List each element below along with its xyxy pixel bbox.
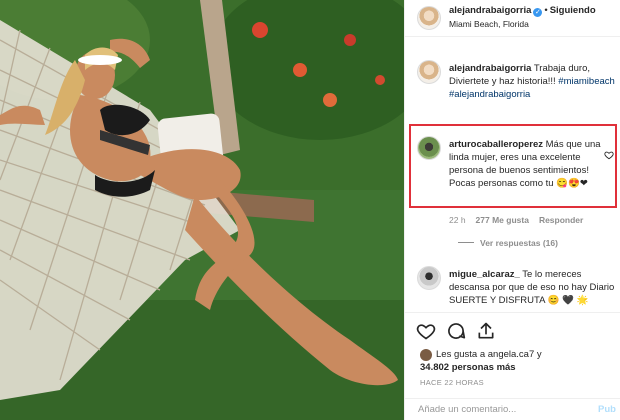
comment-time[interactable]: 22 h xyxy=(449,215,466,225)
action-bar xyxy=(404,312,620,349)
likes-line-1: Les gusta a angela.ca7 y xyxy=(436,349,542,360)
view-replies-button[interactable]: Ver respuestas (16) xyxy=(458,238,558,248)
post-header: alejandrabaigorria ✓ • Siguiendo Miami Beac… xyxy=(405,0,620,37)
share-icon[interactable] xyxy=(476,321,496,341)
likes-line-2: 34.802 personas más xyxy=(420,362,516,373)
add-comment-bar: Añade un comentario... Pub xyxy=(404,398,620,420)
header-user-row: alejandrabaigorria ✓ • Siguiendo xyxy=(449,4,596,17)
post-timestamp[interactable]: HACE 22 HORAS xyxy=(420,378,484,387)
likes-summary[interactable]: Les gusta a angela.ca7 y 34.802 personas… xyxy=(420,348,542,374)
comment-author[interactable]: migue_alcaraz_ xyxy=(449,269,520,280)
caption-author[interactable]: alejandrabaigorria xyxy=(449,63,531,74)
follow-button[interactable]: Siguiendo xyxy=(550,5,596,16)
reply-button[interactable]: Responder xyxy=(539,215,583,225)
publish-button[interactable]: Pub xyxy=(598,404,616,415)
comment-icon[interactable] xyxy=(446,321,466,341)
comment-input[interactable]: Añade un comentario... xyxy=(418,404,516,415)
comment-emojis: 😊 🖤 🌟 xyxy=(547,295,589,306)
verified-icon: ✓ xyxy=(533,8,543,17)
comment-item: migue_alcaraz_ Te lo mereces descansa po… xyxy=(449,268,617,307)
comment-meta: 22 h 277 Me gusta Responder xyxy=(449,214,593,227)
highlight-frame xyxy=(409,124,617,208)
caption-avatar[interactable] xyxy=(417,60,441,84)
commenter-avatar[interactable] xyxy=(417,266,441,290)
separator-dot: • xyxy=(544,5,548,16)
comment-likes[interactable]: 277 Me gusta xyxy=(476,215,529,225)
liker-avatar[interactable] xyxy=(420,349,432,361)
caption: alejandrabaigorria Trabaja duro, Diviert… xyxy=(449,62,617,101)
replies-line xyxy=(458,242,474,243)
post-photo[interactable] xyxy=(0,0,404,420)
author-username[interactable]: alejandrabaigorria xyxy=(449,5,531,16)
hammock-photo-illustration xyxy=(0,0,404,420)
location-link[interactable]: Miami Beach, Florida xyxy=(449,18,529,31)
heart-icon[interactable] xyxy=(416,321,436,341)
view-replies-label: Ver respuestas (16) xyxy=(480,238,558,248)
author-avatar[interactable] xyxy=(417,6,441,30)
